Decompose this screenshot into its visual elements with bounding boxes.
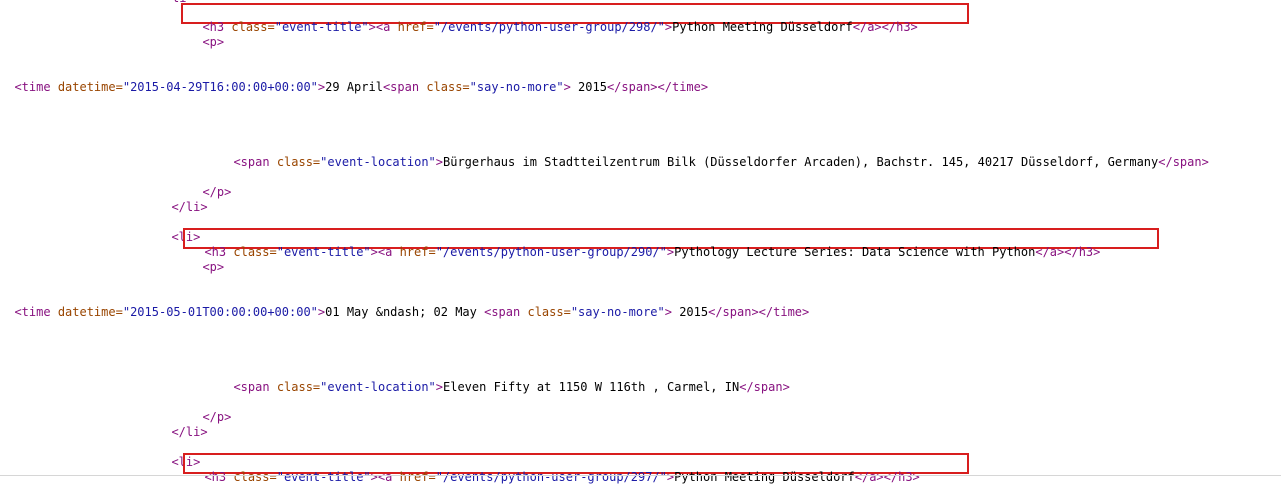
location-class-attribute: class= <box>276 380 321 394</box>
span-class-value: "say-no-more" <box>469 80 564 94</box>
href-value-link[interactable]: "/events/python-user-group/290/" <box>436 245 667 259</box>
location-class-value: "event-location" <box>320 155 436 169</box>
location-span-open-tag: <span <box>233 380 270 394</box>
li-close-tag: </li> <box>171 200 208 214</box>
span-class-attribute: class= <box>527 305 571 319</box>
time-line: <time datetime="2015-04-29T16:00:00+00:0… <box>0 65 708 94</box>
span-time-close-tags: </span></time> <box>708 305 810 319</box>
class-attribute: class= <box>233 245 277 259</box>
event-location-text: Bürgerhaus im Stadtteilzentrum Bilk (Düs… <box>443 155 1159 169</box>
class-value: "event-title" <box>276 470 371 484</box>
closing-tags: </a></h3> <box>854 470 920 484</box>
datetime-attribute: datetime= <box>57 80 123 94</box>
p-open-tag: <p> <box>202 260 225 274</box>
class-attribute: class= <box>231 20 275 34</box>
span-class-attribute: class= <box>426 80 470 94</box>
a-open-tag: ><a <box>370 245 393 259</box>
class-value: "event-title" <box>274 20 369 34</box>
datetime-value: "2015-04-29T16:00:00+00:00" <box>122 80 318 94</box>
time-open-tag: <time <box>14 80 51 94</box>
location-line: <span class="event-location">Bürgerhaus … <box>219 140 1208 169</box>
time-open-tag: <time <box>14 305 51 319</box>
a-open-tag: ><a <box>370 470 393 484</box>
date-text: 01 May &ndash; 02 May <box>325 305 485 319</box>
event-title-text: Pythology Lecture Series: Data Science w… <box>674 245 1036 259</box>
href-attribute: href= <box>397 20 434 34</box>
span-class-value: "say-no-more" <box>570 305 665 319</box>
datetime-attribute: datetime= <box>57 305 123 319</box>
year-text: 2015 <box>570 80 607 94</box>
p-open-line: <p> <box>188 20 224 49</box>
location-span-open-tag: <span <box>233 155 270 169</box>
href-value-link[interactable]: "/events/python-user-group/297/" <box>436 470 667 484</box>
p-close-line: </p> <box>188 395 231 424</box>
span-open-tag: <span <box>382 80 420 94</box>
href-value-link[interactable]: "/events/python-user-group/298/" <box>434 20 665 34</box>
li-close-line: </li> <box>157 410 207 439</box>
p-open-line: <p> <box>188 245 224 274</box>
event-location-text: Eleven Fifty at 1150 W 116th , Carmel, I… <box>443 380 740 394</box>
location-class-attribute: class= <box>276 155 321 169</box>
span-close-bracket: > <box>563 80 571 94</box>
span-open-tag: <span <box>484 305 521 319</box>
p-open-tag: <p> <box>202 35 225 49</box>
span-close-bracket: > <box>664 305 672 319</box>
h3-event-title-line: <h3 class="event-title"><a href="/events… <box>188 5 917 34</box>
location-close-bracket: > <box>435 155 443 169</box>
location-line: <span class="event-location">Eleven Fift… <box>219 365 789 394</box>
class-value: "event-title" <box>276 245 371 259</box>
date-text: 29 April <box>325 80 383 94</box>
p-close-line: </p> <box>188 170 231 199</box>
location-span-close-tag: </span> <box>739 380 790 394</box>
li-close-line: </li> <box>157 185 207 214</box>
h3-event-title-line: <h3 class="event-title"><a href="/events… <box>190 230 1100 259</box>
location-class-value: "event-location" <box>320 380 436 394</box>
datetime-value: "2015-05-01T00:00:00+00:00" <box>122 305 318 319</box>
location-close-bracket: > <box>435 380 443 394</box>
href-attribute: href= <box>399 245 436 259</box>
li-close-tag: </li> <box>171 425 208 439</box>
event-title-text: Python Meeting Düsseldorf <box>674 470 855 484</box>
time-line: <time datetime="2015-05-01T00:00:00+00:0… <box>0 290 809 319</box>
h3-event-title-line: <h3 class="event-title"><a href="/events… <box>190 455 919 484</box>
h3-open-tag: <h3 <box>204 470 227 484</box>
closing-tags: </a></h3> <box>852 20 918 34</box>
year-text: 2015 <box>671 305 709 319</box>
event-title-text: Python Meeting Düsseldorf <box>672 20 853 34</box>
class-attribute: class= <box>233 470 277 484</box>
href-attribute: href= <box>399 470 436 484</box>
bottom-divider <box>0 475 1281 476</box>
span-time-close-tags: </span></time> <box>606 80 709 94</box>
location-span-close-tag: </span> <box>1158 155 1209 169</box>
closing-tags: </a></h3> <box>1035 245 1101 259</box>
a-open-tag: ><a <box>368 20 391 34</box>
